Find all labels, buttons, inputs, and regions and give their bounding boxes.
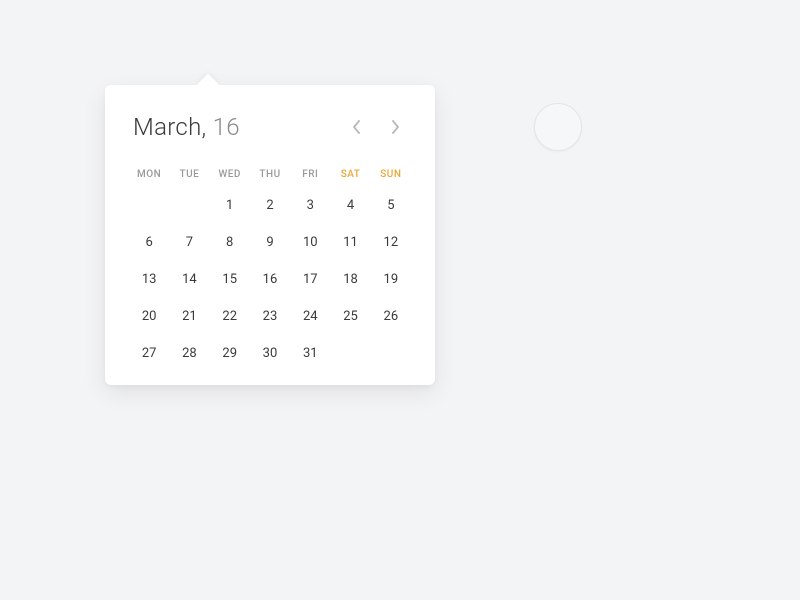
day-cell-16[interactable]: 16 [250, 272, 290, 287]
day-cell-17[interactable]: 17 [290, 272, 330, 287]
day-cell-19[interactable]: 19 [371, 272, 411, 287]
day-cell-27[interactable]: 27 [129, 346, 169, 361]
day-cell-5[interactable]: 5 [371, 198, 411, 213]
next-month-button[interactable] [385, 117, 405, 137]
nav-buttons [347, 117, 411, 137]
empty-cell [169, 198, 209, 213]
day-cell-15[interactable]: 15 [210, 272, 250, 287]
calendar-header: March, 16 [129, 113, 411, 141]
day-cell-18[interactable]: 18 [330, 272, 370, 287]
calendar-popover: March, 16 MONTUEWEDTHUFRISATSUN 12345678… [105, 85, 435, 385]
day-cell-7[interactable]: 7 [169, 235, 209, 250]
day-cell-13[interactable]: 13 [129, 272, 169, 287]
days-grid: 1234567891011121314151617181920212223242… [129, 198, 411, 361]
prev-month-button[interactable] [347, 117, 367, 137]
day-header-tue: TUE [169, 169, 209, 180]
day-cell-21[interactable]: 21 [169, 309, 209, 324]
month-label: March, [133, 113, 206, 141]
chevron-left-icon [352, 119, 362, 135]
day-header-fri: FRI [290, 169, 330, 180]
circle-button[interactable] [534, 103, 582, 151]
day-cell-2[interactable]: 2 [250, 198, 290, 213]
empty-cell [129, 198, 169, 213]
day-cell-11[interactable]: 11 [330, 235, 370, 250]
day-header-mon: MON [129, 169, 169, 180]
chevron-right-icon [390, 119, 400, 135]
day-cell-14[interactable]: 14 [169, 272, 209, 287]
day-header-sat: SAT [330, 169, 370, 180]
day-cell-22[interactable]: 22 [210, 309, 250, 324]
month-year-title: March, 16 [133, 113, 240, 141]
day-cell-30[interactable]: 30 [250, 346, 290, 361]
day-cell-26[interactable]: 26 [371, 309, 411, 324]
day-header-sun: SUN [371, 169, 411, 180]
day-cell-31[interactable]: 31 [290, 346, 330, 361]
day-cell-28[interactable]: 28 [169, 346, 209, 361]
day-header-wed: WED [210, 169, 250, 180]
day-headers-row: MONTUEWEDTHUFRISATSUN [129, 169, 411, 180]
day-cell-1[interactable]: 1 [210, 198, 250, 213]
year-label: 16 [213, 113, 240, 141]
day-cell-10[interactable]: 10 [290, 235, 330, 250]
day-cell-6[interactable]: 6 [129, 235, 169, 250]
day-cell-24[interactable]: 24 [290, 309, 330, 324]
day-cell-12[interactable]: 12 [371, 235, 411, 250]
day-cell-29[interactable]: 29 [210, 346, 250, 361]
day-cell-8[interactable]: 8 [210, 235, 250, 250]
day-cell-25[interactable]: 25 [330, 309, 370, 324]
day-cell-4[interactable]: 4 [330, 198, 370, 213]
day-header-thu: THU [250, 169, 290, 180]
day-cell-9[interactable]: 9 [250, 235, 290, 250]
day-cell-20[interactable]: 20 [129, 309, 169, 324]
day-cell-23[interactable]: 23 [250, 309, 290, 324]
day-cell-3[interactable]: 3 [290, 198, 330, 213]
